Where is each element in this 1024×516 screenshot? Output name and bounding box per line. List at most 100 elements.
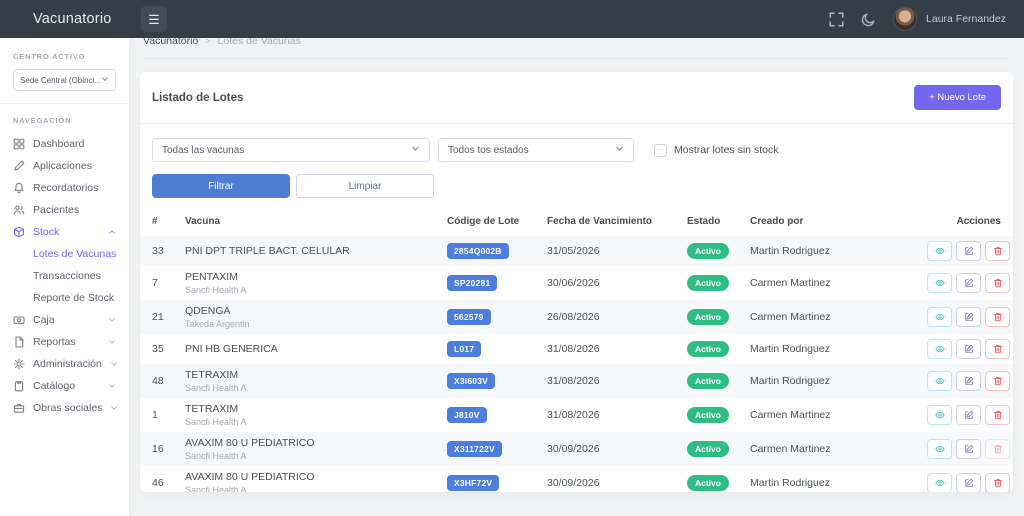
show-no-stock-toggle[interactable]: Mostrar lotes sin stock: [654, 144, 778, 157]
view-button[interactable]: [927, 339, 952, 359]
view-button[interactable]: [927, 439, 952, 459]
edit-button[interactable]: [956, 273, 981, 293]
vaccine-maker: Sancfi Health A: [185, 485, 447, 492]
dashboard-icon: [13, 138, 25, 150]
pen-icon: [13, 160, 25, 172]
eye-icon: [935, 374, 945, 389]
view-button[interactable]: [927, 371, 952, 391]
status-badge: Activo: [687, 275, 729, 291]
center-select-value: Sede Central (Obinci...: [20, 76, 101, 85]
col-header-num: #: [152, 216, 185, 227]
nav-list: Dashboard Aplicaciones Recordatorios Pac…: [0, 133, 129, 419]
delete-button[interactable]: [985, 405, 1010, 425]
creator-name: Carmen Martinez: [750, 443, 927, 455]
sidebar-subitem-reporte-de-stock[interactable]: Reporte de Stock: [0, 287, 129, 309]
view-button[interactable]: [927, 405, 952, 425]
clear-button[interactable]: Limpiar: [296, 174, 434, 198]
delete-button[interactable]: [985, 307, 1010, 327]
state-select[interactable]: Todos tos estados: [438, 138, 634, 162]
table-header-row: # Vacuna Códige de Lote Fecha de Vancimi…: [140, 208, 1013, 236]
row-number: 46: [152, 477, 185, 489]
vaccine-name: PNI DPT TRIPLE BACT. CELULAR: [185, 245, 447, 257]
sidebar-item-pacientes[interactable]: Pacientes: [0, 199, 129, 221]
edit-button[interactable]: [956, 473, 981, 492]
edit-button[interactable]: [956, 339, 981, 359]
lot-code-badge: X311722V: [447, 441, 502, 457]
creator-name: Carmen Martinez: [750, 311, 927, 323]
edit-button[interactable]: [956, 405, 981, 425]
edit-icon: [964, 342, 974, 357]
vaccine-maker: Sancfi Health A: [185, 451, 447, 461]
view-button[interactable]: [927, 241, 952, 261]
lot-code-badge: X3HF72V: [447, 475, 499, 491]
sidebar-item-cat-logo[interactable]: Catálogo: [0, 375, 129, 397]
trash-icon: [993, 476, 1003, 491]
clipboard-icon: [13, 380, 25, 392]
user-name[interactable]: Laura Fernandez: [926, 13, 1006, 25]
table-row: 16 AVAXIM 80 U PEDIATRICO Sancfi Health …: [140, 432, 1013, 466]
col-header-status: Estado: [687, 216, 750, 227]
sidebar-item-stock[interactable]: Stock: [0, 221, 129, 243]
status-badge: Activo: [687, 309, 729, 325]
sidebar-item-dashboard[interactable]: Dashboard: [0, 133, 129, 155]
fullscreen-icon[interactable]: [829, 12, 844, 27]
creator-name: Martin Rodriguez: [750, 477, 927, 489]
sidebar-subitem-transacciones[interactable]: Transacciones: [0, 265, 129, 287]
eye-icon: [935, 276, 945, 291]
view-button[interactable]: [927, 473, 952, 492]
delete-button[interactable]: [985, 339, 1010, 359]
chevron-down-icon: [411, 144, 420, 156]
sidebar-item-aplicaciones[interactable]: Aplicaciones: [0, 155, 129, 177]
filters-row: Todas las vacunas Todos tos estados Most…: [140, 124, 1013, 162]
eye-icon: [935, 442, 945, 457]
sidebar-item-administraci-n[interactable]: Administración: [0, 353, 129, 375]
view-button[interactable]: [927, 273, 952, 293]
eye-icon: [935, 244, 945, 259]
status-badge: Activo: [687, 243, 729, 259]
sidebar-item-label: Pacientes: [33, 204, 79, 216]
sidebar-item-recordatorios[interactable]: Recordatorios: [0, 177, 129, 199]
center-select[interactable]: Sede Central (Obinci...: [13, 69, 116, 91]
delete-button[interactable]: [985, 371, 1010, 391]
sidebar-subitem-lotes-de-vacunas[interactable]: Lotes de Vacunas: [0, 243, 129, 265]
edit-button[interactable]: [956, 371, 981, 391]
sidebar-item-obras-sociales[interactable]: Obras sociales: [0, 397, 129, 419]
edit-icon: [964, 442, 974, 457]
status-badge: Activo: [687, 341, 729, 357]
hamburger-icon[interactable]: ☰: [141, 6, 167, 32]
delete-button[interactable]: [985, 273, 1010, 293]
new-lot-button[interactable]: + Nuevo Lote: [914, 85, 1001, 110]
delete-button[interactable]: [985, 439, 1010, 459]
no-stock-checkbox[interactable]: [654, 144, 667, 157]
user-avatar[interactable]: [893, 7, 917, 31]
vaccine-select[interactable]: Todas las vacunas: [152, 138, 430, 162]
edit-button[interactable]: [956, 307, 981, 327]
table-row: 46 AVAXIM 80 U PEDIATRICO Sancfi Health …: [140, 466, 1013, 492]
row-number: 16: [152, 443, 185, 455]
moon-icon[interactable]: [861, 12, 876, 27]
active-center-label: CENTRO ACTIVO: [13, 52, 116, 61]
col-header-date: Fecha de Vancimiento: [547, 216, 687, 227]
row-number: 48: [152, 375, 185, 387]
nav-section: NAVEGACIÓN Dashboard Aplicaciones Record…: [0, 104, 129, 419]
sidebar-item-caja[interactable]: Caja: [0, 309, 129, 331]
sidebar-item-label: Administración: [33, 358, 102, 370]
delete-button[interactable]: [985, 473, 1010, 492]
filter-button[interactable]: Filtrar: [152, 174, 290, 198]
edit-button[interactable]: [956, 241, 981, 261]
status-badge: Activo: [687, 475, 729, 491]
delete-button[interactable]: [985, 241, 1010, 261]
lots-card: Listado de Lotes + Nuevo Lote Todas las …: [140, 72, 1013, 492]
expiry-date: 31/08/2026: [547, 409, 687, 421]
table-row: 35 PNI HB GENERICA L017 31/08/2026 Activ…: [140, 334, 1013, 364]
trash-icon: [993, 408, 1003, 423]
sidebar-item-reportas[interactable]: Reportas: [0, 331, 129, 353]
table-row: 48 TETRAXIM Sancfi Health A X3I603V 31/0…: [140, 364, 1013, 398]
bell-icon: [13, 182, 25, 194]
card-header: Listado de Lotes + Nuevo Lote: [140, 72, 1013, 124]
vaccine-name: QDENGA: [185, 305, 447, 317]
edit-button[interactable]: [956, 439, 981, 459]
creator-name: Martin Rodriguez: [750, 375, 927, 387]
expiry-date: 30/09/2026: [547, 477, 687, 489]
view-button[interactable]: [927, 307, 952, 327]
